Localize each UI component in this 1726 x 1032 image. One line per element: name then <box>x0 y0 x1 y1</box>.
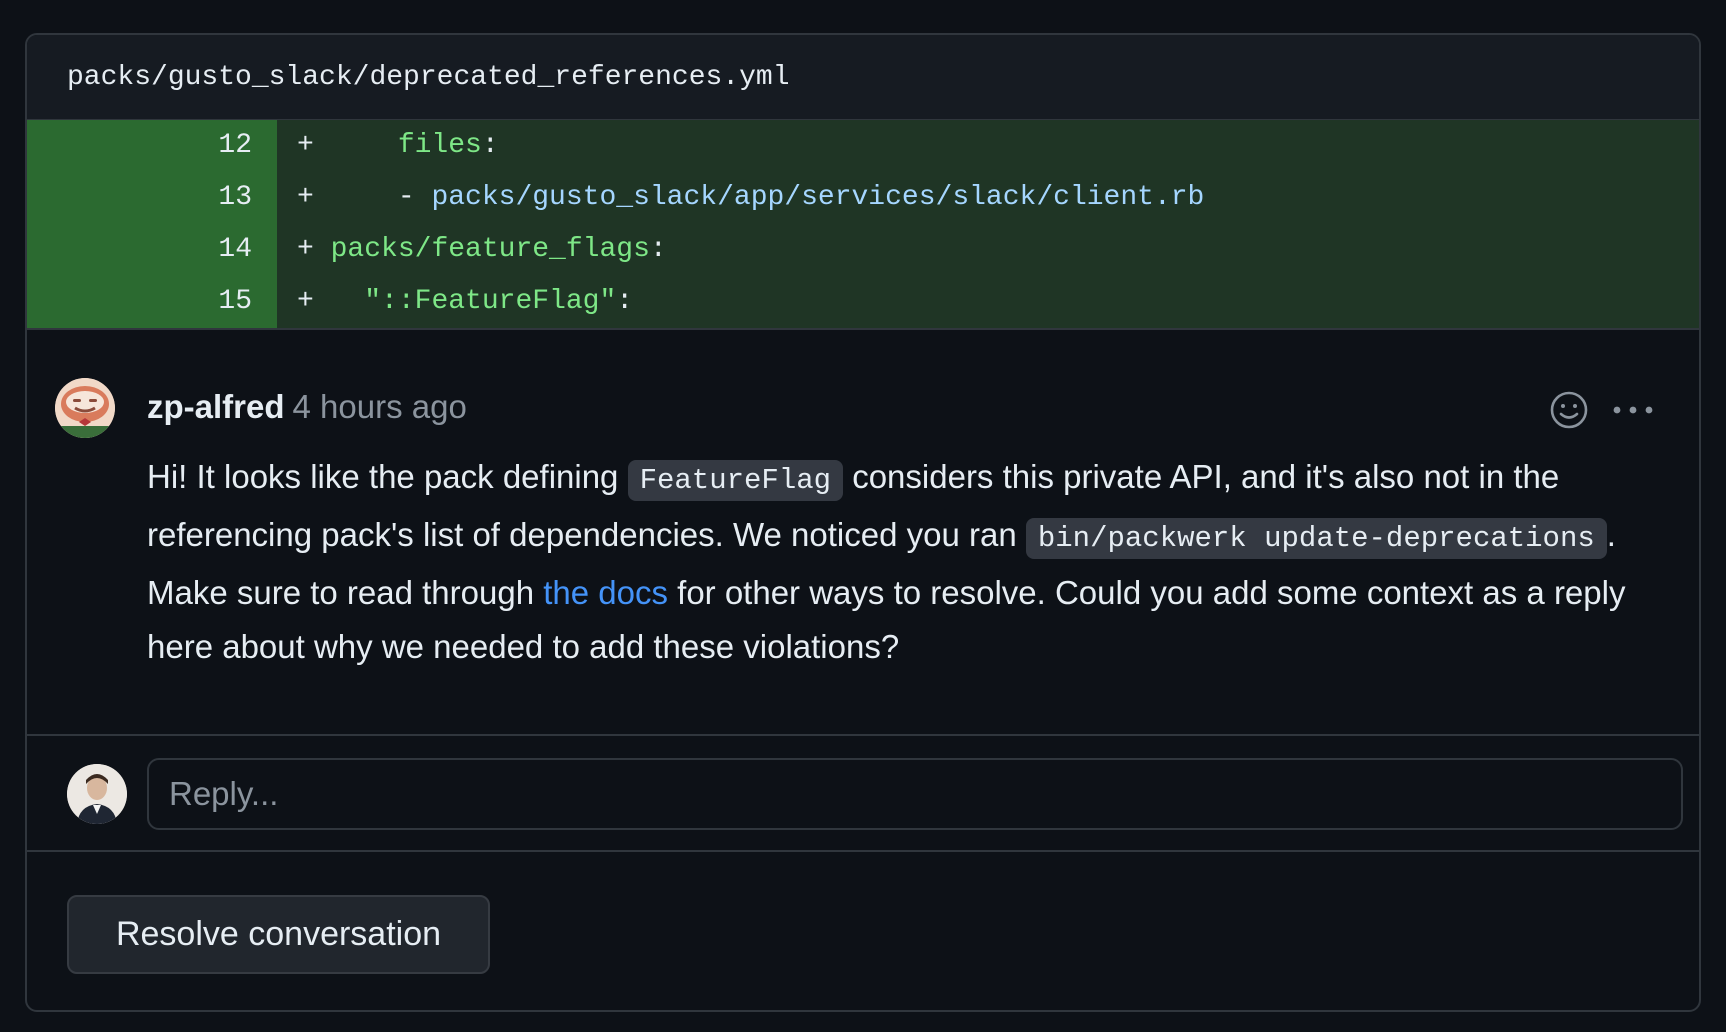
diff-line: 12 + files: <box>27 120 1699 172</box>
diff-added-marker: + <box>297 130 314 161</box>
diff-added-marker: + <box>297 234 314 265</box>
comment-body: Hi! It looks like the pack defining Feat… <box>147 450 1657 674</box>
reply-input[interactable]: Reply... <box>147 758 1683 830</box>
comment-text-1: Hi! It looks like the pack defining <box>147 458 628 495</box>
diff-hunk: 12 + files: 13 + - packs/gusto_slack/app/se… <box>27 120 1699 330</box>
docs-link[interactable]: the docs <box>543 574 668 611</box>
file-path-header: packs/gusto_slack/deprecated_references.… <box>27 35 1699 120</box>
smiley-icon <box>1550 391 1588 429</box>
diff-added-marker: + <box>297 286 314 317</box>
diff-line-number[interactable]: 14 <box>27 224 277 276</box>
code-token: "::FeatureFlag" <box>364 286 617 317</box>
code-token: : <box>616 286 634 317</box>
resolve-conversation-button[interactable]: Resolve conversation <box>67 895 490 974</box>
comment-timestamp[interactable]: 4 hours ago <box>293 388 467 425</box>
code-token: packs/gusto_slack/app/services/slack/cli… <box>431 182 1205 213</box>
code-token: packs/feature_flags <box>330 234 650 265</box>
diff-indent <box>314 286 364 317</box>
code-token: files <box>397 130 482 161</box>
inline-code-featureflag: FeatureFlag <box>627 460 844 501</box>
more-options-button[interactable] <box>1611 388 1655 432</box>
inline-code-command: bin/packwerk update-deprecations <box>1025 518 1607 559</box>
code-token: : <box>481 130 499 161</box>
diff-line: 13 + - packs/gusto_slack/app/services/sla… <box>27 172 1699 224</box>
commenter-avatar[interactable] <box>55 378 115 438</box>
diff-line-number[interactable]: 12 <box>27 120 277 172</box>
diff-indent <box>314 130 398 161</box>
add-reaction-button[interactable] <box>1547 388 1591 432</box>
diff-indent <box>314 182 398 213</box>
comment-author[interactable]: zp-alfred <box>147 388 285 425</box>
diff-line-code: + packs/feature_flags: <box>277 224 1699 276</box>
code-token: : <box>649 234 667 265</box>
diff-added-marker: + <box>297 182 314 213</box>
diff-line-code: + files: <box>277 120 1699 172</box>
code-token: - <box>397 182 432 213</box>
diff-line: 14 + packs/feature_flags: <box>27 224 1699 276</box>
file-path: packs/gusto_slack/deprecated_references.… <box>67 61 790 93</box>
diff-line: 15 + "::FeatureFlag": <box>27 276 1699 328</box>
kebab-horizontal-icon <box>1613 406 1653 414</box>
diff-line-number[interactable]: 13 <box>27 172 277 224</box>
comment-header: zp-alfred 4 hours ago <box>147 388 467 426</box>
diff-line-code: + "::FeatureFlag": <box>277 276 1699 328</box>
diff-indent <box>314 234 331 265</box>
review-comment: zp-alfred 4 hours ago Hi! It looks like t <box>27 330 1699 736</box>
comment-actions <box>1547 388 1655 432</box>
reply-area: Reply... <box>27 736 1699 852</box>
avatar-image-icon <box>55 378 115 438</box>
diff-line-number[interactable]: 15 <box>27 276 277 328</box>
diff-line-code: + - packs/gusto_slack/app/services/slack… <box>277 172 1699 224</box>
review-thread-panel: packs/gusto_slack/deprecated_references.… <box>25 33 1701 1012</box>
user-portrait-icon <box>67 764 127 824</box>
current-user-avatar <box>67 764 127 824</box>
